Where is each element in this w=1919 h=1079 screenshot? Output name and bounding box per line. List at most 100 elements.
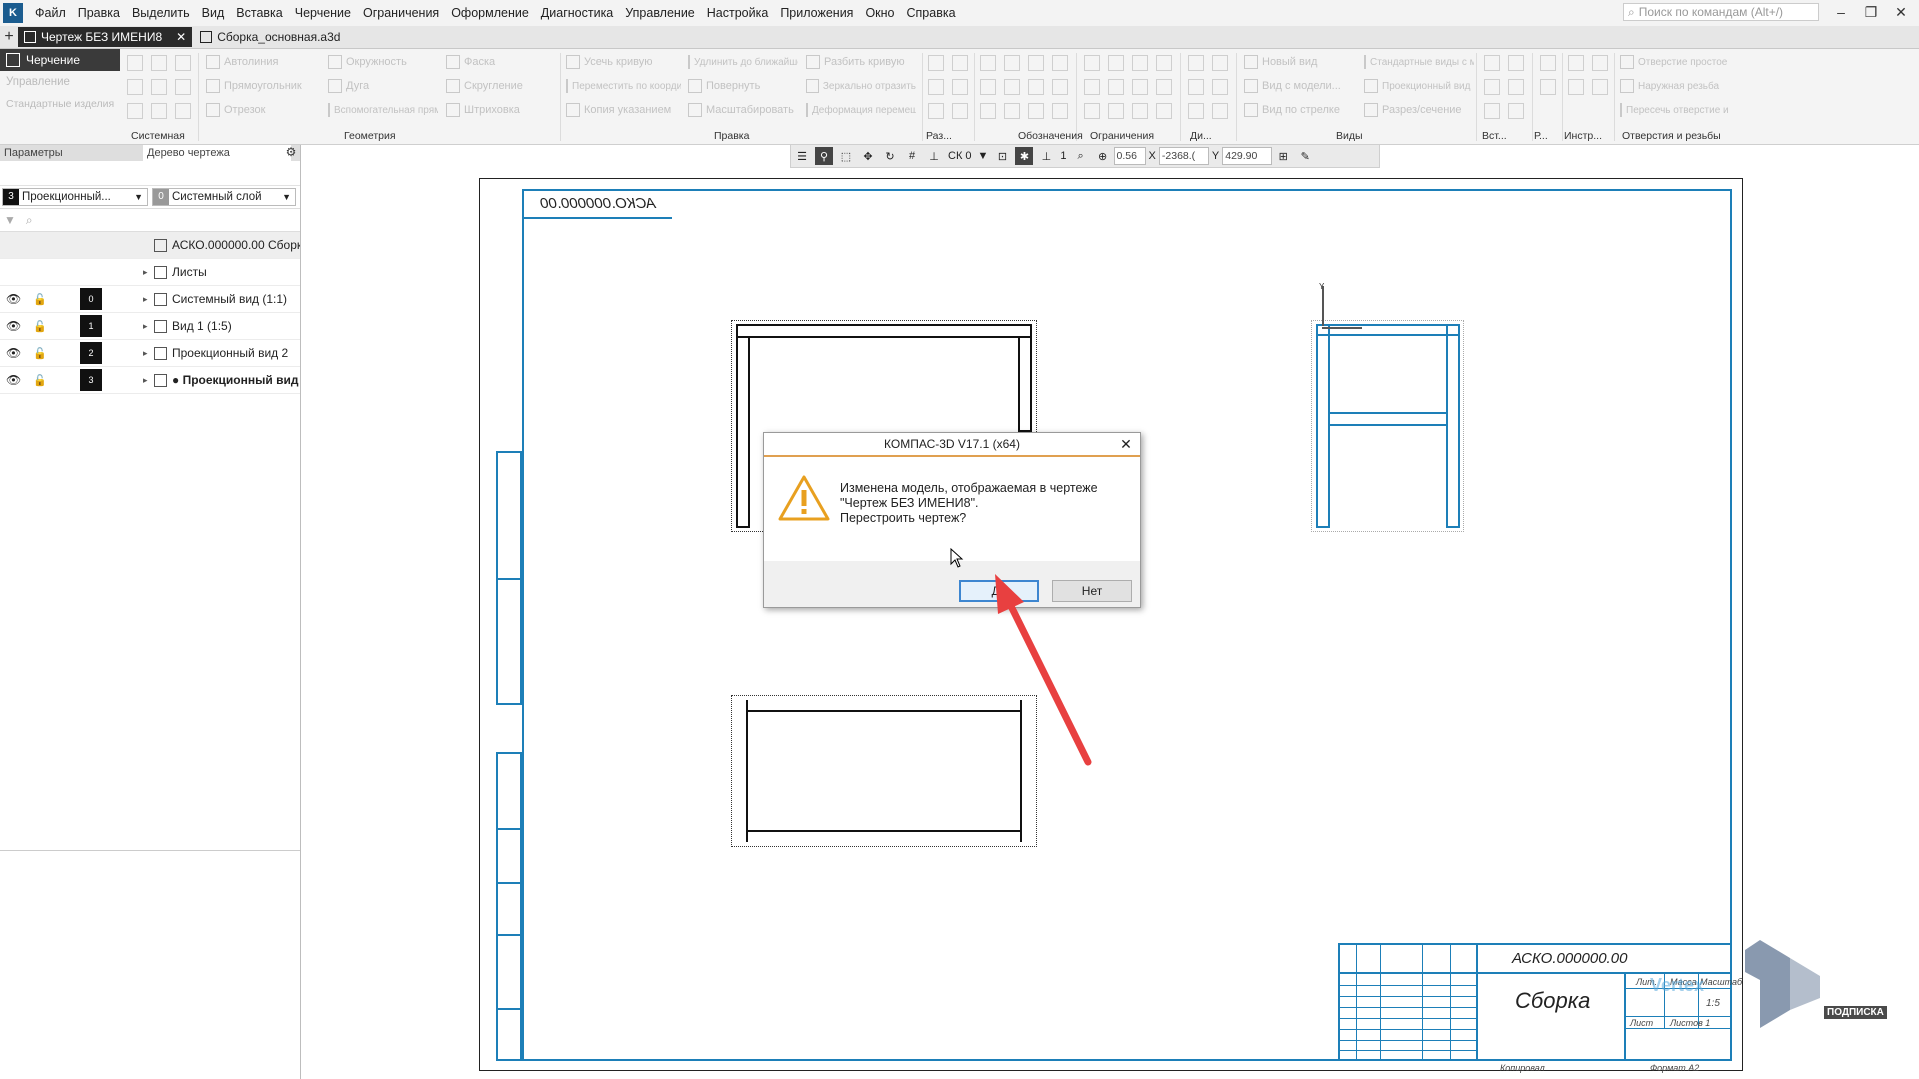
new-document-icon[interactable] [127,55,143,71]
expand-arrow-icon[interactable]: ▸ [143,321,148,332]
dialog-title-bar[interactable]: КОМПАС-3D V17.1 (x64) ✕ [764,433,1140,457]
scale-button[interactable]: Масштабировать [688,101,794,119]
move-by-coords-button[interactable]: Переместить по координатам [566,77,681,95]
ribbon-mode-drafting[interactable]: Черчение [0,49,120,71]
roughness-icon[interactable] [1004,55,1020,71]
eye-icon[interactable]: 👁 [6,373,21,387]
view-select[interactable]: 3 Проекционный... ▼ [2,188,148,206]
undo-icon[interactable] [127,103,143,119]
menu-view[interactable]: Вид [196,6,231,20]
section-button[interactable]: Разрез/сечение [1364,101,1462,119]
position-icon[interactable] [1052,103,1068,119]
tab-assembly[interactable]: Сборка_основная.a3d [194,27,346,47]
local-snap-icon[interactable]: ✱ [1015,147,1034,165]
view-2-outline[interactable] [736,700,1032,842]
menu-icon[interactable]: ☰ [793,147,811,165]
eye-icon[interactable]: 👁 [6,292,21,306]
rotate-view-icon[interactable]: ↻ [881,147,899,165]
tree-row-view-0[interactable]: 👁 🔓 0 ▸ Системный вид (1:1) [0,286,300,313]
tree-row-document[interactable]: АСКО.000000.00 Сборка [0,232,300,259]
print-icon[interactable] [127,79,143,95]
menu-insert[interactable]: Вставка [230,6,288,20]
tab-drawing[interactable]: Чертеж БЕЗ ИМЕНИ8 ✕ [18,27,193,47]
projection-view-button[interactable]: Проекционный вид [1364,77,1474,95]
dimension-icon[interactable] [928,55,944,71]
copy-button[interactable]: Копия указанием [566,101,671,119]
menu-diagnostics[interactable]: Диагностика [535,6,619,20]
concentric-icon[interactable] [1156,79,1172,95]
autoline-button[interactable]: Автолиния [206,53,278,71]
insert-link-icon[interactable] [1508,103,1524,119]
segment-button[interactable]: Отрезок [206,101,265,119]
rebuild-icon[interactable] [175,103,191,119]
leader-icon[interactable] [980,55,996,71]
dialog-close-icon[interactable]: ✕ [1118,436,1134,452]
step-value[interactable]: 1 [1060,150,1066,162]
zoom-field[interactable]: 0.56 [1113,147,1146,165]
instrument-icon[interactable] [1568,79,1584,95]
instrument-icon[interactable] [1592,55,1608,71]
select-icon[interactable]: ⬚ [837,147,855,165]
measure-icon[interactable] [1212,55,1228,71]
group-label-insert[interactable]: Вст... [1482,130,1507,142]
menu-help[interactable]: Справка [901,6,962,20]
rotate-button[interactable]: Повернуть [688,77,760,95]
table-icon[interactable] [1004,103,1020,119]
arc-button[interactable]: Дуга [328,77,369,95]
insert-object-icon[interactable] [1484,79,1500,95]
expand-arrow-icon[interactable]: ▸ [143,267,148,278]
group-label-geometry[interactable]: Геометрия [344,130,396,142]
text-icon[interactable] [980,103,996,119]
pen-icon[interactable]: ✎ [1296,147,1314,165]
fillet-button[interactable]: Скругление [446,77,523,95]
hatch-button[interactable]: Штриховка [446,101,520,119]
rectangle-button[interactable]: Прямоугольник [206,77,302,95]
check-icon[interactable] [1188,79,1204,95]
mass-icon[interactable] [1188,103,1204,119]
tool-icon[interactable] [1540,55,1556,71]
tree-row-view-2[interactable]: 👁 🔓 2 ▸ Проекционный вид 2 [0,340,300,367]
properties-icon[interactable] [151,79,167,95]
tolerance-icon[interactable] [1052,55,1068,71]
cut-line-icon[interactable] [980,79,996,95]
lock-icon[interactable]: 🔓 [33,347,47,360]
lock-icon[interactable]: 🔓 [33,374,47,387]
vertical-constraint-icon[interactable] [1108,55,1124,71]
aux-line-button[interactable]: Вспомогательная прямая [328,101,438,119]
equal-icon[interactable] [1108,103,1124,119]
tool-icon[interactable] [1540,79,1556,95]
coordinate-system-icon[interactable]: ⊥ [925,147,943,165]
tab-parameters[interactable]: Параметры [0,145,143,161]
simple-hole-button[interactable]: Отверстие простое [1620,53,1730,71]
standard-views-button[interactable]: Стандартные виды с модели... [1364,53,1474,71]
equal-length-icon[interactable] [1084,103,1100,119]
open-icon[interactable] [151,55,167,71]
tree-row-view-3[interactable]: 👁 🔓 3 ▸ ● Проекционный вид 3 [0,367,300,394]
group-label-r[interactable]: Р... [1534,130,1548,142]
zoom-icon[interactable]: ⊕ [1094,147,1112,165]
horizontal-constraint-icon[interactable] [1084,55,1100,71]
view-3-outline[interactable] [1316,324,1460,528]
menu-settings[interactable]: Настройка [701,6,775,20]
expand-arrow-icon[interactable]: ▸ [143,375,148,386]
mirror-button[interactable]: Зеркально отразить [806,77,916,95]
diameter-dimension-icon[interactable] [928,103,944,119]
close-icon[interactable]: ✕ [1887,2,1915,22]
menu-drafting[interactable]: Черчение [289,6,357,20]
tab-drawing-tree[interactable]: Дерево чертежа [143,145,291,161]
external-thread-button[interactable]: Наружная резьба [1620,77,1730,95]
group-label-annotations[interactable]: Обозначения [1018,130,1083,142]
coordinate-system-label[interactable]: СК 0 [948,150,972,162]
ortho-icon[interactable]: ⊡ [993,147,1011,165]
chevron-down-icon[interactable]: ▼ [978,150,989,162]
extend-button[interactable]: Удлинить до ближайшего о... [688,53,798,71]
instrument-icon[interactable] [1592,79,1608,95]
radial-dimension-icon[interactable] [952,55,968,71]
new-view-button[interactable]: Новый вид [1244,53,1317,71]
parallel-icon[interactable] [1084,79,1100,95]
expand-arrow-icon[interactable]: ▸ [143,294,148,305]
group-label-diagnostics[interactable]: Ди... [1190,130,1212,142]
grid-icon[interactable]: # [903,147,921,165]
diagnostics-icon[interactable] [1188,55,1204,71]
perpendicular-icon[interactable] [1132,55,1148,71]
